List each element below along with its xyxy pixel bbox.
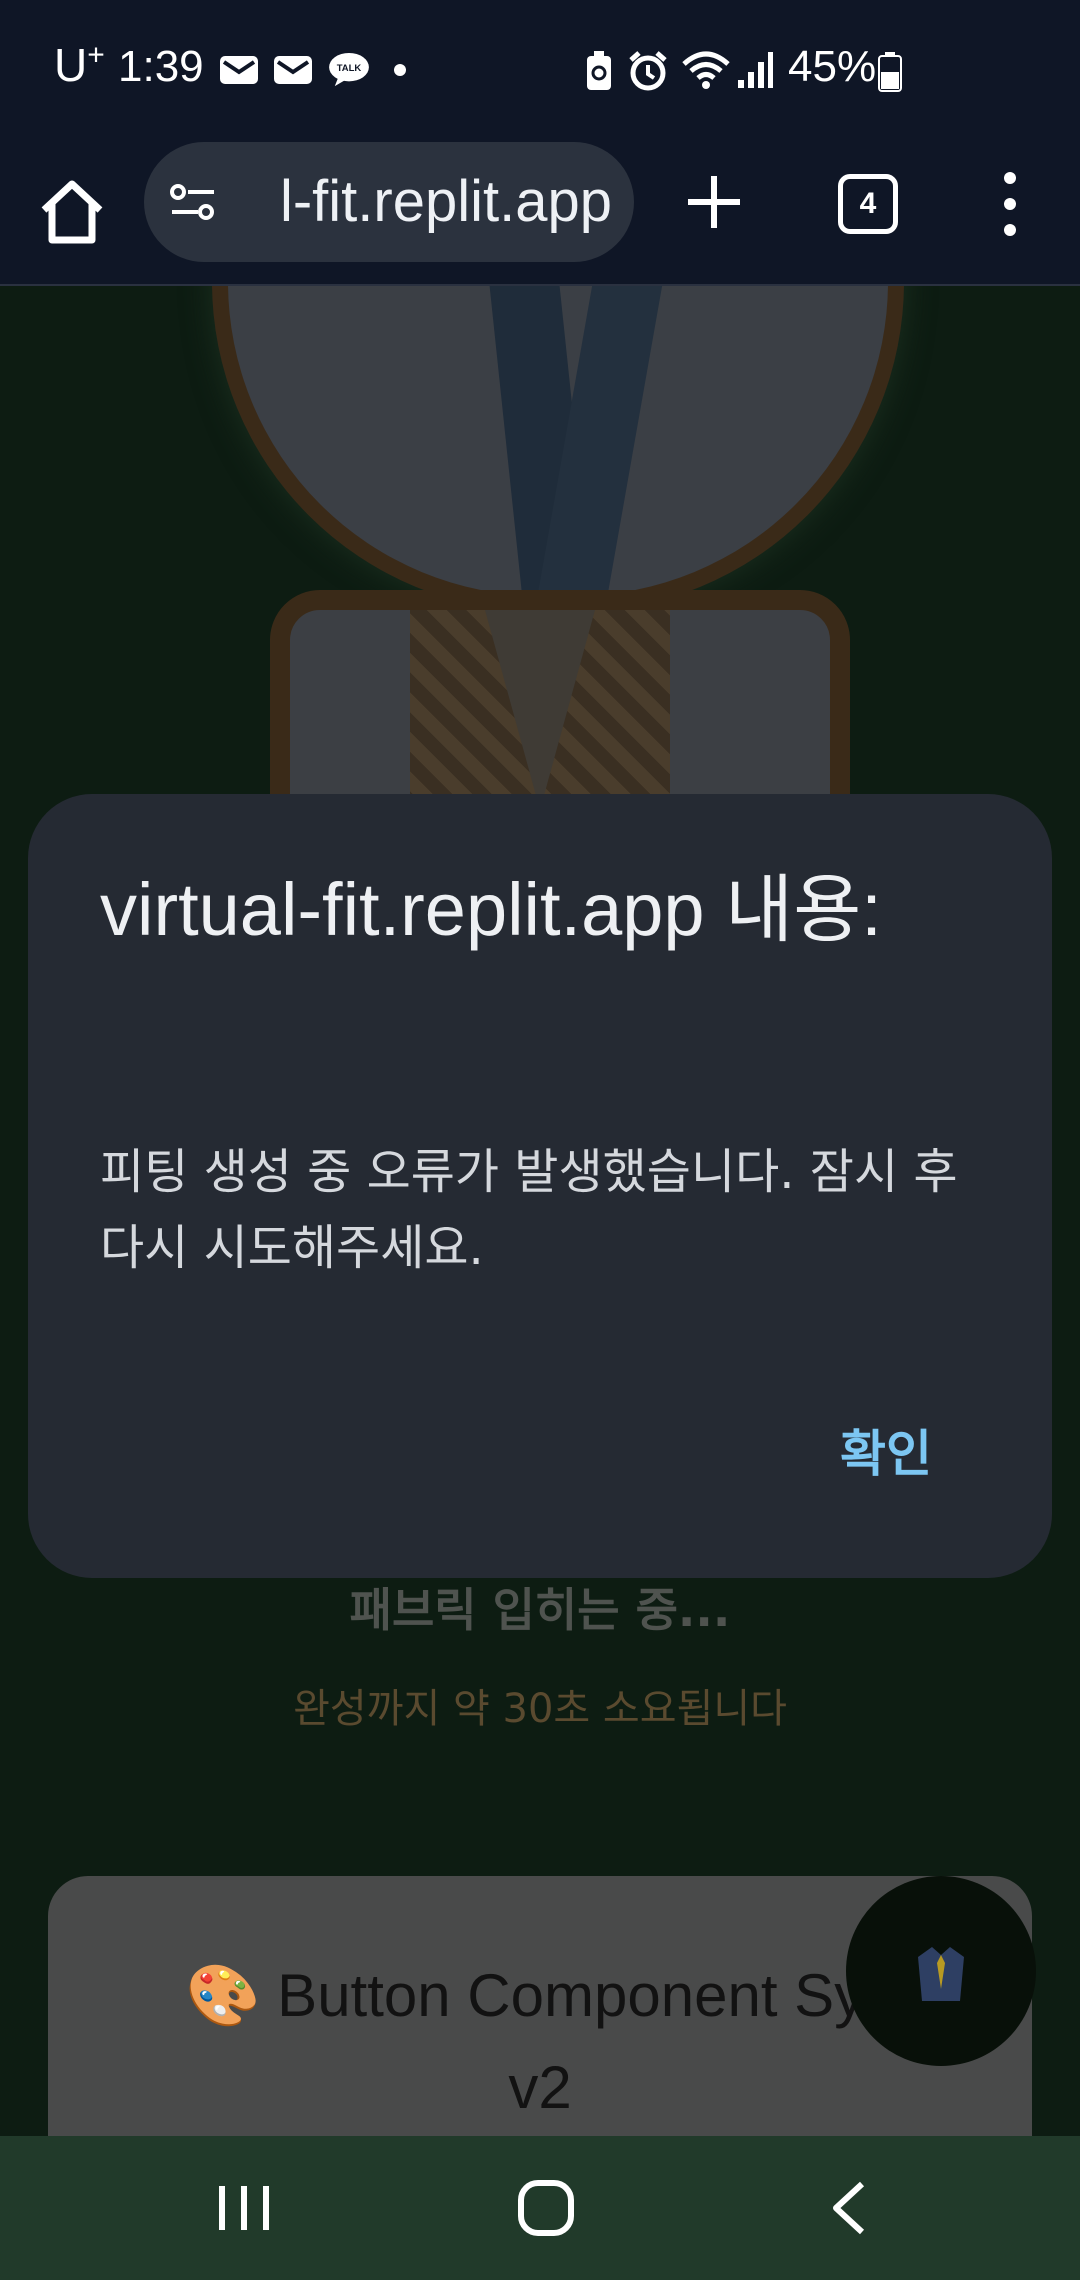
plus-icon[interactable] [684, 172, 744, 232]
alert-dialog: virtual-fit.replit.app 내용: 피팅 생성 중 오류가 발… [28, 794, 1052, 1578]
battery-percent: 45% [788, 42, 877, 91]
clock: 1:39 [118, 42, 204, 91]
carrier-label: U+ [54, 38, 105, 91]
dialog-message: 피팅 생성 중 오류가 발생했습니다. 잠시 후 다시 시도해주세요. [100, 1144, 958, 1276]
recents-icon[interactable] [216, 2178, 272, 2238]
battery-saver-icon [587, 51, 611, 90]
model-photo [212, 286, 904, 612]
url-text[interactable]: l-fit.replit.app [280, 168, 612, 235]
navigation-bar [0, 2136, 1080, 2280]
browser-toolbar: l-fit.replit.app 4 [0, 140, 1080, 286]
site-info-icon[interactable] [168, 180, 218, 224]
signal-icon [738, 52, 773, 88]
loading-subtitle: 완성까지 약 30초 소요됩니다 [293, 1686, 787, 1732]
back-icon[interactable] [826, 2178, 870, 2238]
dialog-title: virtual-fit.replit.app 내용: [100, 868, 882, 951]
loading-title: 패브릭 입히는 중... [349, 1583, 731, 1637]
home-icon[interactable] [36, 170, 108, 254]
wifi-icon [682, 51, 730, 89]
address-bar[interactable]: l-fit.replit.app [144, 142, 634, 262]
mail-icon [220, 56, 258, 84]
mail-icon [274, 56, 312, 84]
more-vert-icon[interactable] [998, 168, 1022, 240]
home-icon[interactable] [516, 2178, 576, 2238]
status-bar: U+ 1:39 TALK 45% [0, 0, 1080, 140]
alarm-icon [629, 51, 667, 91]
palette-emoji: 🎨 [185, 1962, 261, 2029]
svg-text:TALK: TALK [337, 63, 362, 74]
ok-button[interactable]: 확인 [840, 1414, 932, 1486]
shirt-icon[interactable] [846, 1876, 1036, 2066]
dot-icon [394, 64, 406, 76]
talk-icon: TALK [329, 52, 369, 87]
battery-icon [878, 52, 902, 92]
tabs-button[interactable]: 4 [838, 174, 898, 234]
url-fade [224, 142, 284, 262]
